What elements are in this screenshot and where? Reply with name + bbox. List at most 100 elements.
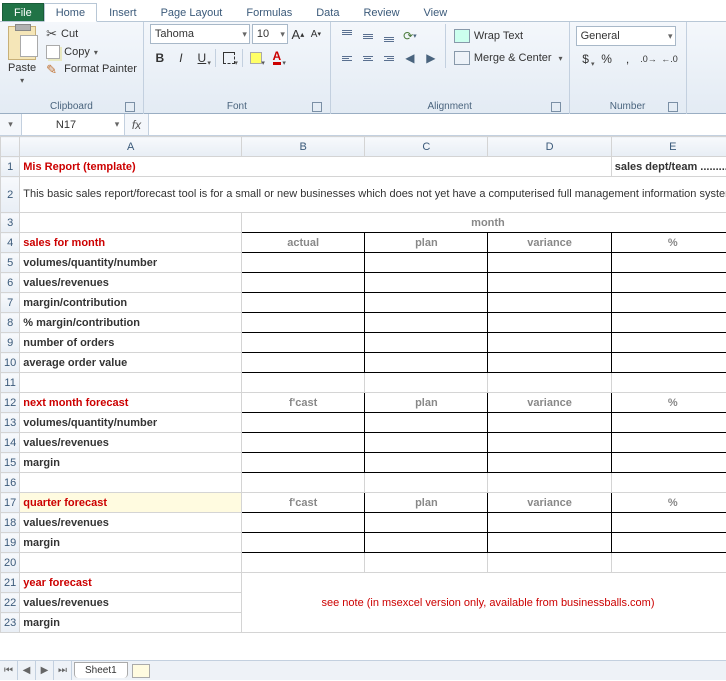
cell[interactable]: quarter forecast (20, 493, 242, 513)
cell-note[interactable]: see note (in msexcel version only, avail… (242, 573, 726, 633)
col-header[interactable]: B (242, 137, 365, 157)
row-header[interactable]: 1 (1, 157, 20, 177)
sheet-nav-first[interactable]: ⏮ (0, 661, 18, 680)
cell-title[interactable]: Mis Report (template) (20, 157, 611, 177)
cell[interactable]: values/revenues (20, 593, 242, 613)
cell-intro[interactable]: This basic sales report/forecast tool is… (20, 177, 726, 213)
orientation-button[interactable]: ⟳▾ (400, 26, 420, 46)
font-color-button[interactable]: A (267, 48, 287, 68)
col-header[interactable]: C (365, 137, 488, 157)
tab-formulas[interactable]: Formulas (234, 3, 304, 21)
dialog-launcher-icon[interactable] (312, 102, 322, 112)
cell[interactable]: number of orders (20, 333, 242, 353)
row-header[interactable]: 21 (1, 573, 20, 593)
col-header[interactable]: A (20, 137, 242, 157)
copy-button[interactable]: Copy▾ (46, 45, 137, 59)
increase-decimal-button[interactable]: .0→ (639, 49, 659, 69)
align-middle-button[interactable] (358, 26, 378, 46)
cell[interactable]: margin (20, 613, 242, 633)
number-format-select[interactable]: General (576, 26, 676, 46)
fill-color-button[interactable] (246, 48, 266, 68)
worksheet[interactable]: A B C D E F G H I 1 Mis Report (template… (0, 136, 726, 660)
wrap-text-button[interactable]: Wrap Text (454, 26, 563, 46)
cell[interactable]: plan (365, 493, 488, 513)
row-header[interactable]: 16 (1, 473, 20, 493)
row-header[interactable]: 4 (1, 233, 20, 253)
cell-salesdept[interactable]: sales dept/team ............ (611, 157, 726, 177)
percent-style-button[interactable]: % (597, 49, 617, 69)
cell[interactable]: values/revenues (20, 513, 242, 533)
tab-view[interactable]: View (412, 3, 460, 21)
formula-input[interactable] (149, 114, 726, 135)
cell[interactable]: margin (20, 533, 242, 553)
row-header[interactable]: 7 (1, 293, 20, 313)
row-header[interactable]: 22 (1, 593, 20, 613)
cell[interactable]: % (611, 233, 726, 253)
insert-sheet-button[interactable] (132, 664, 150, 678)
row-header[interactable]: 2 (1, 177, 20, 213)
cell[interactable]: plan (365, 393, 488, 413)
tab-home[interactable]: Home (44, 3, 97, 22)
cut-button[interactable]: ✂Cut (46, 26, 137, 42)
cell[interactable]: margin/contribution (20, 293, 242, 313)
comma-style-button[interactable]: , (618, 49, 638, 69)
cell[interactable]: f'cast (242, 493, 365, 513)
cell[interactable]: volumes/quantity/number (20, 413, 242, 433)
cell[interactable]: % margin/contribution (20, 313, 242, 333)
cell-hdr-month[interactable]: month (242, 213, 726, 233)
accounting-format-button[interactable]: $ (576, 49, 596, 69)
name-box[interactable]: N17 (22, 119, 110, 131)
cell[interactable]: variance (488, 493, 611, 513)
font-name-select[interactable]: Tahoma (150, 24, 250, 44)
select-all-dropdown[interactable]: ▾ (0, 114, 22, 135)
tab-review[interactable]: Review (351, 3, 411, 21)
row-header[interactable]: 18 (1, 513, 20, 533)
tab-page-layout[interactable]: Page Layout (149, 3, 235, 21)
row-header[interactable]: 19 (1, 533, 20, 553)
cell[interactable]: actual (242, 233, 365, 253)
cell[interactable]: next month forecast (20, 393, 242, 413)
border-button[interactable] (219, 48, 239, 68)
cell[interactable]: f'cast (242, 393, 365, 413)
font-size-select[interactable]: 10 (252, 24, 288, 44)
row-header[interactable]: 15 (1, 453, 20, 473)
row-header[interactable]: 17 (1, 493, 20, 513)
cell[interactable]: margin (20, 453, 242, 473)
row-header[interactable]: 6 (1, 273, 20, 293)
row-header[interactable]: 5 (1, 253, 20, 273)
tab-file[interactable]: File (2, 3, 44, 21)
cell[interactable]: values/revenues (20, 273, 242, 293)
row-header[interactable]: 9 (1, 333, 20, 353)
cell[interactable]: % (611, 393, 726, 413)
dialog-launcher-icon[interactable] (668, 102, 678, 112)
underline-button[interactable]: U (192, 48, 212, 68)
row-header[interactable]: 13 (1, 413, 20, 433)
sheet-nav-last[interactable]: ⏭ (54, 661, 72, 680)
fx-button[interactable]: fx (125, 114, 149, 135)
format-painter-button[interactable]: ✎Format Painter (46, 62, 137, 76)
row-header[interactable]: 10 (1, 353, 20, 373)
tab-insert[interactable]: Insert (97, 3, 149, 21)
cell[interactable]: year forecast (20, 573, 242, 593)
col-header[interactable]: E (611, 137, 726, 157)
cell[interactable]: volumes/quantity/number (20, 253, 242, 273)
row-header[interactable]: 20 (1, 553, 20, 573)
row-header[interactable]: 23 (1, 613, 20, 633)
row-header[interactable]: 3 (1, 213, 20, 233)
cell[interactable]: % (611, 493, 726, 513)
dialog-launcher-icon[interactable] (125, 102, 135, 112)
align-bottom-button[interactable] (379, 26, 399, 46)
col-header[interactable]: D (488, 137, 611, 157)
tab-data[interactable]: Data (304, 3, 351, 21)
italic-button[interactable]: I (171, 48, 191, 68)
decrease-decimal-button[interactable]: ←.0 (660, 49, 680, 69)
sheet-tab-sheet1[interactable]: Sheet1 (74, 662, 128, 678)
cell-sec-sales[interactable]: sales for month (20, 233, 242, 253)
cell[interactable]: values/revenues (20, 433, 242, 453)
row-header[interactable]: 8 (1, 313, 20, 333)
row-header[interactable]: 11 (1, 373, 20, 393)
cell[interactable]: average order value (20, 353, 242, 373)
cell[interactable]: plan (365, 233, 488, 253)
name-box-dropdown[interactable]: ▾ (110, 119, 124, 130)
increase-indent-button[interactable]: ▶ (421, 48, 441, 68)
